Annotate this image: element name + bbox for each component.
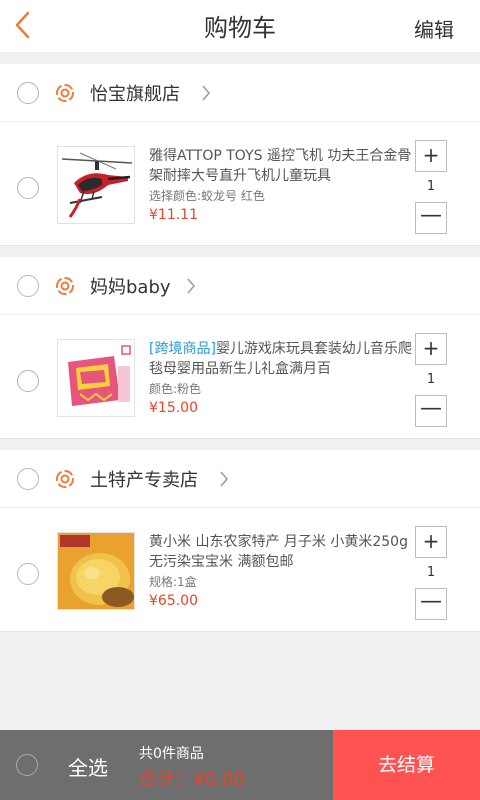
decrease-button[interactable]: —: [415, 395, 447, 427]
item-select-radio[interactable]: [17, 563, 39, 585]
quantity-value: 1: [426, 179, 436, 194]
quantity-value: 1: [426, 372, 436, 387]
product-spec: 颜色:粉色: [149, 382, 202, 396]
item-select-radio[interactable]: [17, 370, 39, 392]
store-card: 怡宝旗舰店 雅得ATTOP TOYS 遥控飞机 功夫王合金骨架耐摔大号直升飞机儿…: [0, 64, 480, 246]
quantity-value: 1: [426, 565, 436, 580]
product-title[interactable]: [跨境商品]婴儿游戏床玩具套装幼儿音乐爬毯母婴用品新生儿礼盒满月百: [149, 339, 412, 379]
chevron-right-icon[interactable]: [186, 277, 196, 295]
quantity-stepper: + 1 —: [415, 526, 447, 622]
select-all-radio[interactable]: [16, 754, 38, 776]
product-title-text: 雅得ATTOP TOYS 遥控飞机 功夫王合金骨架耐摔大号直升飞机儿童玩具: [149, 148, 412, 184]
store-icon: [56, 470, 75, 488]
top-bar: 购物车 编辑: [0, 0, 480, 52]
cart-item: 雅得ATTOP TOYS 遥控飞机 功夫王合金骨架耐摔大号直升飞机儿童玩具 选择…: [0, 122, 480, 246]
product-image-millet[interactable]: [57, 532, 135, 610]
store-header: 妈妈baby: [0, 257, 480, 315]
product-price: ¥11.11: [149, 207, 198, 223]
store-select-radio[interactable]: [17, 468, 39, 490]
store-name[interactable]: 怡宝旗舰店: [90, 80, 180, 106]
page-title: 购物车: [204, 14, 276, 42]
quantity-stepper: + 1 —: [415, 333, 447, 429]
store-header: 土特产专卖店: [0, 450, 480, 508]
product-image-helicopter[interactable]: [57, 146, 135, 224]
edit-button[interactable]: 编辑: [414, 14, 454, 43]
product-title[interactable]: 雅得ATTOP TOYS 遥控飞机 功夫王合金骨架耐摔大号直升飞机儿童玩具: [149, 146, 412, 186]
store-name[interactable]: 土特产专卖店: [90, 466, 198, 492]
store-header: 怡宝旗舰店: [0, 64, 480, 122]
chevron-right-icon[interactable]: [219, 470, 229, 488]
store-icon: [56, 84, 75, 102]
store-select-radio[interactable]: [17, 275, 39, 297]
product-tag: [跨境商品]: [149, 341, 216, 357]
product-image-playmat[interactable]: [57, 339, 135, 417]
store-icon: [56, 277, 75, 295]
product-title-text: 黄小米 山东农家特产 月子米 小黄米250g无污染宝宝米 满额包邮: [149, 534, 408, 570]
chevron-right-icon[interactable]: [201, 84, 211, 102]
store-card: 土特产专卖店 黄小米 山东农家特产 月子米 小黄米250g无污染宝宝米 满额包邮…: [0, 450, 480, 632]
decrease-button[interactable]: —: [415, 588, 447, 620]
increase-button[interactable]: +: [415, 140, 447, 172]
product-spec: 规格:1盒: [149, 575, 197, 589]
store-card: 妈妈baby [跨境商品]婴儿游戏床玩具套装幼儿音乐爬毯母婴用品新生儿礼盒满月百…: [0, 257, 480, 439]
store-select-radio[interactable]: [17, 82, 39, 104]
product-price: ¥65.00: [149, 593, 198, 609]
item-select-radio[interactable]: [17, 177, 39, 199]
product-price: ¥15.00: [149, 400, 198, 416]
product-spec: 选择颜色:蛟龙号 红色: [149, 189, 265, 203]
cart-item: [跨境商品]婴儿游戏床玩具套装幼儿音乐爬毯母婴用品新生儿礼盒满月百 颜色:粉色 …: [0, 315, 480, 439]
decrease-button[interactable]: —: [415, 202, 447, 234]
product-title[interactable]: 黄小米 山东农家特产 月子米 小黄米250g无污染宝宝米 满额包邮: [149, 532, 412, 572]
item-count: 共0件商品: [139, 746, 204, 762]
increase-button[interactable]: +: [415, 526, 447, 558]
select-all-label[interactable]: 全选: [68, 752, 108, 781]
checkout-button[interactable]: 去结算: [333, 730, 480, 800]
checkout-bar: 全选 共0件商品 合计：¥0.00 去结算: [0, 730, 480, 800]
total-price: 合计：¥0.00: [139, 769, 245, 790]
quantity-stepper: + 1 —: [415, 140, 447, 236]
cart-item: 黄小米 山东农家特产 月子米 小黄米250g无污染宝宝米 满额包邮 规格:1盒 …: [0, 508, 480, 632]
store-name[interactable]: 妈妈baby: [90, 273, 171, 299]
increase-button[interactable]: +: [415, 333, 447, 365]
